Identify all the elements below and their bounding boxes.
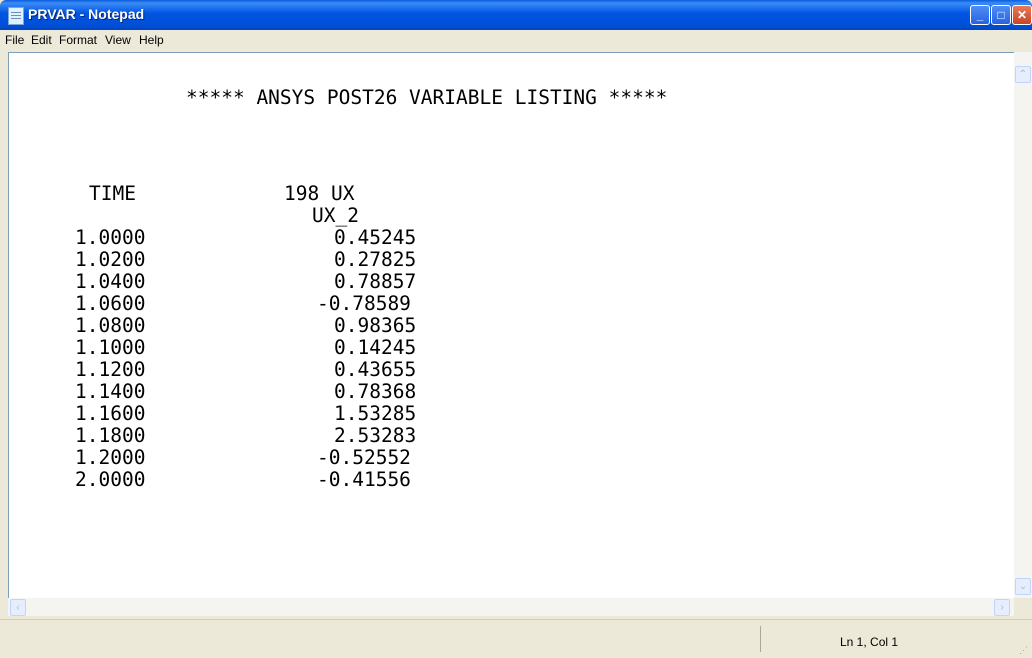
value-cell: 2.53283	[334, 424, 417, 447]
notepad-icon[interactable]	[8, 7, 24, 25]
value-cell: -0.41556	[317, 468, 411, 491]
time-cell: 2.0000	[75, 468, 146, 491]
time-cell: 1.0800	[75, 314, 146, 337]
value-cell: 0.78857	[334, 270, 417, 293]
variable-column-subheader: UX_2	[312, 204, 359, 227]
value-cell: 0.43655	[334, 358, 417, 381]
close-icon: ✕	[1016, 8, 1028, 22]
scroll-left-button[interactable]: ‹	[10, 599, 26, 616]
time-cell: 1.1200	[75, 358, 146, 381]
menu-view[interactable]: View	[105, 33, 131, 47]
menu-edit[interactable]: Edit	[31, 33, 52, 47]
minimize-button[interactable]: _	[970, 5, 990, 25]
scroll-right-button[interactable]: ›	[994, 599, 1010, 616]
vertical-scrollbar[interactable]: ⌃ ⌄	[1014, 52, 1032, 598]
chevron-left-icon: ‹	[16, 602, 20, 613]
value-cell: 0.78368	[334, 380, 417, 403]
title-bar[interactable]: PRVAR - Notepad _ □ ✕	[0, 0, 1032, 30]
time-cell: 1.0400	[75, 270, 146, 293]
chevron-right-icon: ›	[1000, 602, 1004, 613]
maximize-icon: □	[997, 8, 1005, 22]
time-cell: 1.0000	[75, 226, 146, 249]
value-cell: 0.45245	[334, 226, 417, 249]
scroll-down-button[interactable]: ⌄	[1015, 578, 1031, 595]
scroll-up-button[interactable]: ⌃	[1015, 66, 1031, 83]
variable-column-header: 198 UX	[284, 182, 355, 205]
scrollbar-corner	[1014, 598, 1032, 616]
cursor-position: Ln 1, Col 1	[840, 635, 899, 649]
chevron-down-icon: ⌄	[1018, 581, 1028, 592]
menu-help[interactable]: Help	[139, 33, 164, 47]
time-cell: 1.2000	[75, 446, 146, 469]
time-cell: 1.1400	[75, 380, 146, 403]
horizontal-scrollbar[interactable]: ‹ ›	[8, 598, 1014, 616]
listing-header: ***** ANSYS POST26 VARIABLE LISTING ****…	[186, 86, 668, 109]
status-bar: Ln 1, Col 1 ⋰	[0, 619, 1032, 658]
menu-bar: File Edit Format View Help	[0, 30, 1032, 50]
value-cell: 0.27825	[334, 248, 417, 271]
value-cell: -0.52552	[317, 446, 411, 469]
time-column-header: TIME	[89, 182, 136, 205]
value-cell: 1.53285	[334, 402, 417, 425]
time-cell: 1.1800	[75, 424, 146, 447]
value-cell: -0.78589	[317, 292, 411, 315]
window-title: PRVAR - Notepad	[28, 6, 145, 22]
close-button[interactable]: ✕	[1012, 5, 1032, 25]
value-cell: 0.14245	[334, 336, 417, 359]
time-cell: 1.1600	[75, 402, 146, 425]
text-editor-area[interactable]: ***** ANSYS POST26 VARIABLE LISTING ****…	[8, 52, 1014, 598]
time-cell: 1.0600	[75, 292, 146, 315]
maximize-button[interactable]: □	[991, 5, 1011, 25]
minimize-icon: _	[976, 8, 984, 22]
value-cell: 0.98365	[334, 314, 417, 337]
menu-file[interactable]: File	[5, 33, 24, 47]
time-cell: 1.0200	[75, 248, 146, 271]
status-divider	[760, 626, 761, 652]
time-cell: 1.1000	[75, 336, 146, 359]
resize-grip-icon[interactable]: ⋰	[1019, 645, 1029, 655]
chevron-up-icon: ⌃	[1018, 69, 1028, 80]
menu-format[interactable]: Format	[59, 33, 97, 47]
